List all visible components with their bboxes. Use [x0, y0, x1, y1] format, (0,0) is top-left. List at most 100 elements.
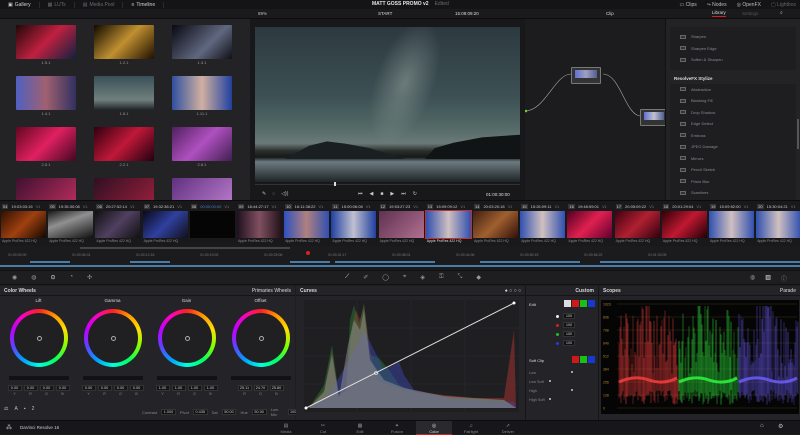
clip-item[interactable]: 07 19:32:38:21 V1 Apple ProRes 422 HQ	[142, 201, 189, 247]
auto-color-icon[interactable]: A	[14, 406, 17, 412]
page-tab-fairlight[interactable]: ♫ Fairlight	[453, 421, 489, 435]
softclip-slider[interactable]	[571, 371, 573, 373]
settings-icon[interactable]: ⚙	[778, 423, 783, 430]
gallery-still[interactable]	[94, 76, 154, 110]
3d-icon[interactable]: ◆	[476, 274, 481, 281]
value-field[interactable]: 0.00	[81, 385, 96, 391]
wheel-center-handle[interactable]	[258, 336, 264, 341]
library-item[interactable]: Sharpen	[670, 31, 796, 43]
clip-item[interactable]: 05 19:35:30:08 V1 Apple ProRes 422 HQ	[47, 201, 94, 247]
softclip-slider[interactable]	[571, 389, 573, 391]
stop-icon[interactable]: ■	[380, 191, 383, 197]
clip-thumbnail[interactable]	[378, 211, 424, 238]
master-wheel-slider[interactable]	[8, 376, 69, 380]
wheel-center-handle[interactable]	[110, 336, 116, 341]
timeline-playhead[interactable]	[306, 251, 310, 255]
loop-icon[interactable]: ↻	[413, 191, 417, 197]
library-item[interactable]: Edge Detect	[670, 118, 796, 130]
page-tab-media[interactable]: ▤ Media	[268, 421, 304, 435]
clip-thumbnail[interactable]	[709, 211, 754, 238]
library-item[interactable]: Emboss	[670, 130, 796, 142]
tab-library[interactable]: Library	[712, 10, 726, 17]
clip-item[interactable]: 13 15:09:09:12 V1 Apple ProRes 422 HQ	[424, 201, 472, 247]
clip-item[interactable]: 20 15:30:04:21 V1 Apple ProRes 422 HQ	[755, 201, 800, 247]
gallery-still[interactable]	[16, 127, 76, 161]
curves-icon[interactable]: ⟋	[345, 274, 349, 281]
value-field[interactable]: 1.00	[203, 385, 218, 391]
value-field[interactable]: 0.00	[39, 385, 54, 391]
clip-thumbnail[interactable]	[95, 211, 141, 238]
color-wheel[interactable]	[9, 309, 68, 367]
skip-forward-icon[interactable]: ⏭	[401, 191, 406, 197]
timeline-clip-bar[interactable]	[480, 261, 580, 263]
softclip-red[interactable]	[572, 356, 579, 363]
color-wheel[interactable]	[231, 309, 290, 367]
clip-thumbnail[interactable]	[473, 211, 518, 238]
library-item[interactable]: Abstraction	[670, 84, 796, 96]
scope-mode-dropdown[interactable]: Parade	[780, 288, 796, 294]
clip-item[interactable]: 12 19:53:27:23 V1 Apple ProRes 422 HQ	[378, 201, 425, 247]
timeline-clip-bar[interactable]	[700, 261, 800, 263]
auto-balance-icon[interactable]: ⚖	[4, 406, 8, 412]
value-field[interactable]: 0.00	[129, 385, 144, 391]
edit-value[interactable]: 100	[563, 322, 575, 328]
value-field[interactable]: 1.00	[187, 385, 202, 391]
tab-nodes[interactable]: ⤳ Nodes	[707, 2, 727, 8]
gallery-still[interactable]	[172, 76, 232, 110]
tab-timeline[interactable]: ≡ Timeline	[123, 1, 165, 8]
timeline-clip-bar[interactable]	[600, 261, 700, 263]
pen-icon[interactable]: ✎	[262, 191, 266, 197]
channel-luma[interactable]	[564, 300, 571, 307]
color-wheels-icon[interactable]: ⊙	[51, 274, 56, 281]
curves-mode-dropdown[interactable]: Custom	[575, 288, 594, 294]
library-item[interactable]: Prism Blur	[670, 176, 796, 188]
edit-value[interactable]: 100	[563, 313, 575, 319]
clip-thumbnail[interactable]	[567, 211, 613, 238]
timeline-clip-bar[interactable]	[335, 261, 435, 263]
softclip-blue[interactable]	[588, 356, 595, 363]
info-panel-icon[interactable]: ⓘ	[781, 274, 787, 283]
channel-blue[interactable]	[588, 300, 595, 307]
clip-thumbnail[interactable]	[331, 211, 377, 238]
qualifier-icon[interactable]: ✐	[363, 274, 368, 281]
clip-item[interactable]: 10 16:11:38:22 V1 Apple ProRes 422 HQ	[283, 201, 330, 247]
page-2-icon[interactable]: 2	[32, 406, 35, 412]
value-field[interactable]: 1.00	[155, 385, 170, 391]
scopes-icon[interactable]: ▥	[765, 274, 771, 283]
clip-item[interactable]: 06 20:27:52:14 V1 Apple ProRes 422 HQ	[94, 201, 141, 247]
window-icon[interactable]: ◯	[382, 274, 389, 281]
value-field[interactable]: 25.80	[269, 385, 284, 391]
zoom-dropdown[interactable]: 89%	[258, 11, 267, 16]
library-scrollbar[interactable]	[797, 119, 799, 149]
clip-item[interactable]: 15 15:26:09:11 V1 Apple ProRes 422 HQ	[519, 201, 566, 247]
library-item[interactable]: Pencil Sketch	[670, 164, 796, 176]
gallery-still[interactable]	[172, 25, 232, 59]
page-tab-deliver[interactable]: ➚ Deliver	[490, 421, 526, 435]
clip-thumbnail[interactable]	[424, 210, 472, 239]
page-tab-color[interactable]: ◎ Color	[416, 421, 452, 435]
tab-openfx[interactable]: ◎ OpenFX	[737, 2, 761, 8]
edit-value[interactable]: 100	[563, 340, 575, 346]
rgb-mixer-icon[interactable]: ◔	[70, 274, 74, 281]
value-field[interactable]: 0.00	[113, 385, 128, 391]
value-field[interactable]: 25.11	[237, 385, 252, 391]
library-item[interactable]: JPEG Damage	[670, 141, 796, 153]
tab-clips[interactable]: ▭ Clips	[679, 2, 696, 8]
clip-item[interactable]: 09 18:44:27:17 V1 Apple ProRes 422 HQ	[236, 201, 283, 247]
blur-icon[interactable]: ◈	[420, 274, 425, 281]
audio-icon[interactable]: ◁))	[281, 191, 288, 197]
tracker-icon[interactable]: ⌖	[403, 274, 406, 281]
camera-raw-icon[interactable]: ◉	[12, 274, 17, 281]
clip-item[interactable]: 16 19:48:59:01 V1 Apple ProRes 422 HQ	[566, 201, 613, 247]
gallery-still[interactable]	[94, 25, 154, 59]
home-icon[interactable]: ⌂	[760, 423, 764, 429]
viewer-scrubber[interactable]	[255, 184, 520, 185]
adjust-value-sat[interactable]: 50.00	[221, 409, 237, 415]
page-1-icon[interactable]: ▪	[24, 406, 26, 412]
channel-red[interactable]	[572, 300, 579, 307]
skip-back-icon[interactable]: ⏮	[358, 191, 363, 197]
clip-item[interactable]: 11 15:00:06:08 V1 Apple ProRes 422 HQ	[330, 201, 377, 247]
clip-thumbnail[interactable]	[614, 211, 660, 238]
timeline-clip-bar[interactable]	[0, 265, 800, 267]
wheels-mode-dropdown[interactable]: Primaries Wheels	[252, 288, 291, 294]
